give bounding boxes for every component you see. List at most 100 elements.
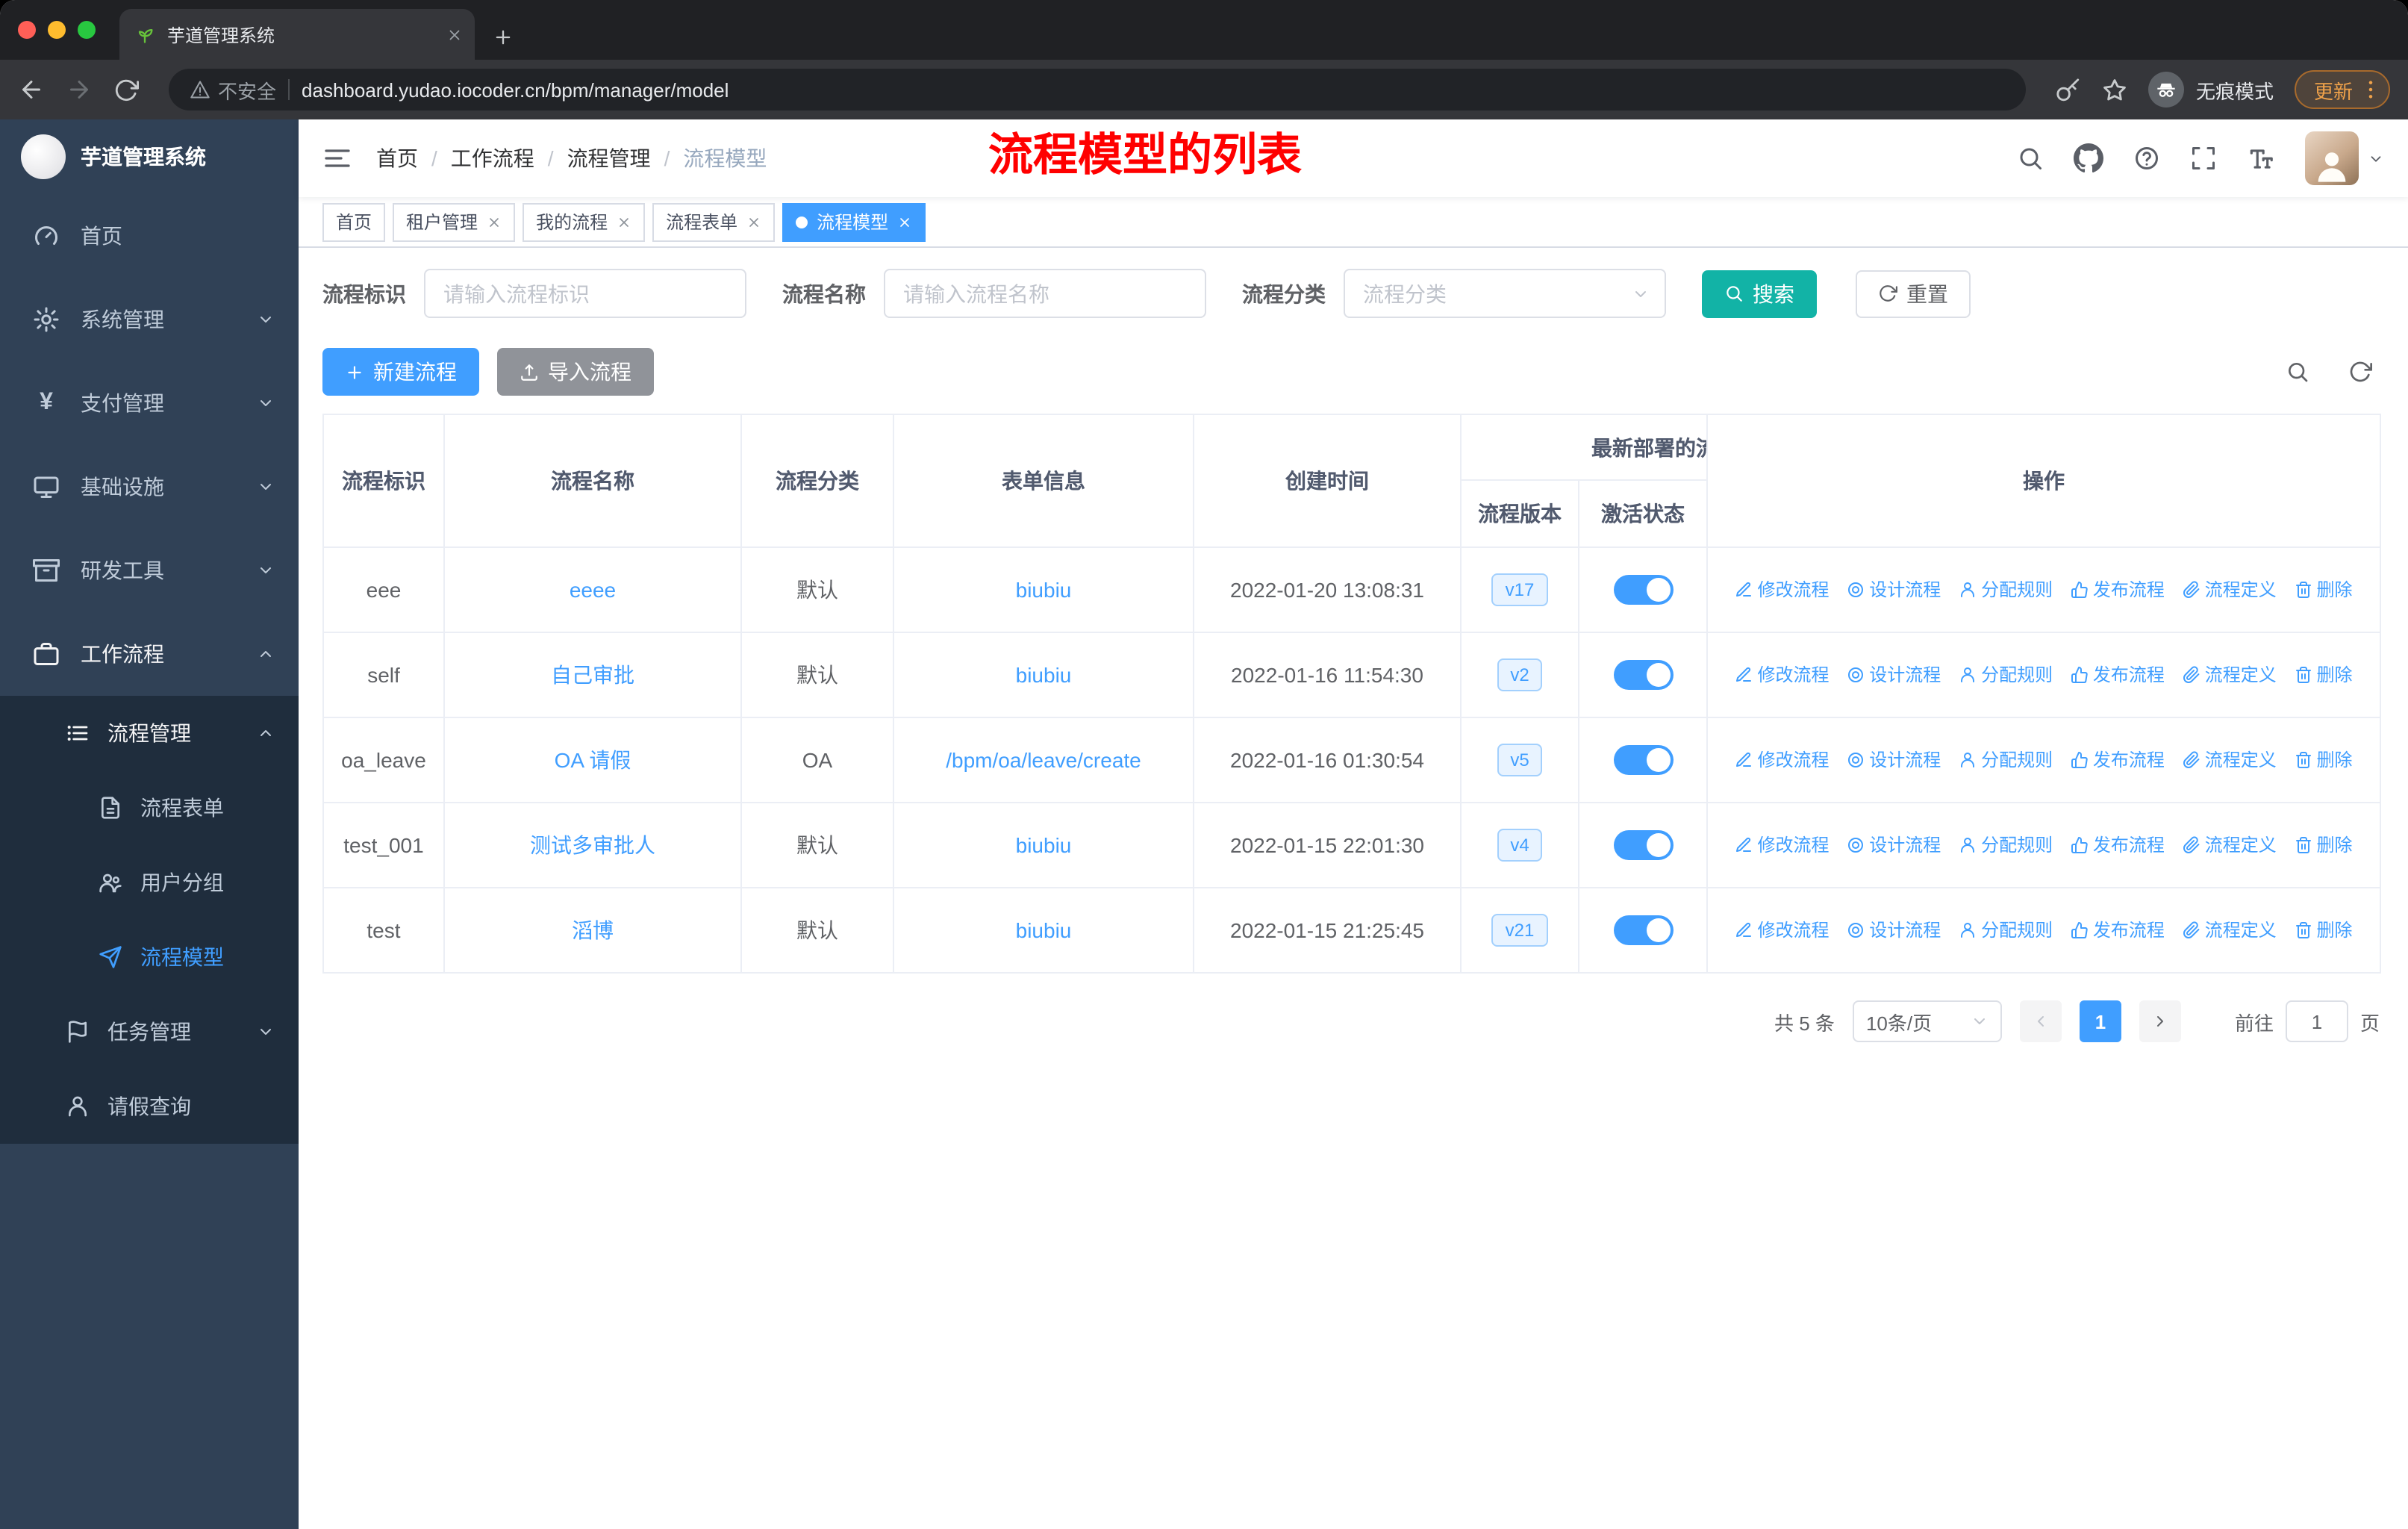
action-process-definition[interactable]: 流程定义 [2183, 577, 2277, 602]
tag-home[interactable]: 首页 [322, 202, 386, 241]
action-publish-process[interactable]: 发布流程 [2071, 577, 2165, 602]
action-process-definition[interactable]: 流程定义 [2183, 832, 2277, 858]
process-name-link[interactable]: 滔博 [572, 918, 614, 942]
prev-page-button[interactable] [2019, 1000, 2062, 1042]
close-icon[interactable] [617, 214, 631, 229]
back-icon[interactable] [18, 76, 45, 103]
menu-dots-icon[interactable] [2359, 78, 2383, 102]
tag-process-form[interactable]: 流程表单 [652, 202, 776, 241]
tab-close-icon[interactable] [446, 26, 463, 43]
sidebar-item-home[interactable]: 首页 [0, 194, 299, 278]
active-toggle[interactable] [1613, 745, 1673, 775]
action-edit-process[interactable]: 修改流程 [1735, 832, 1829, 858]
sidebar-item-infrastructure[interactable]: 基础设施 [0, 445, 299, 529]
security-warning[interactable]: 不安全 [190, 75, 276, 104]
github-icon[interactable] [2074, 143, 2103, 173]
action-process-definition[interactable]: 流程定义 [2183, 918, 2277, 943]
reset-button[interactable]: 重置 [1856, 270, 1971, 317]
action-design-process[interactable]: 设计流程 [1847, 747, 1941, 773]
tag-tenant-management[interactable]: 租户管理 [393, 202, 516, 241]
action-process-definition[interactable]: 流程定义 [2183, 747, 2277, 773]
zoom-window-button[interactable] [78, 21, 96, 39]
active-toggle[interactable] [1613, 575, 1673, 605]
active-toggle[interactable] [1613, 830, 1673, 860]
action-edit-process[interactable]: 修改流程 [1735, 747, 1829, 773]
sidebar-item-process-form[interactable]: 流程表单 [0, 770, 299, 845]
process-category-select[interactable]: 流程分类 [1344, 269, 1666, 318]
close-icon[interactable] [487, 214, 502, 229]
action-assign-rule[interactable]: 分配规则 [1959, 918, 2053, 943]
sidebar-item-process-management[interactable]: 流程管理 [0, 696, 299, 770]
active-toggle[interactable] [1613, 660, 1673, 690]
form-info-link[interactable]: biubiu [1016, 833, 1072, 857]
search-button[interactable]: 搜索 [1702, 270, 1817, 317]
action-assign-rule[interactable]: 分配规则 [1959, 832, 2053, 858]
form-info-link[interactable]: biubiu [1016, 578, 1072, 602]
font-size-icon[interactable] [2247, 144, 2275, 172]
action-publish-process[interactable]: 发布流程 [2071, 662, 2165, 688]
minimize-window-button[interactable] [48, 21, 66, 39]
breadcrumb-workflow[interactable]: 工作流程 [451, 143, 534, 173]
action-publish-process[interactable]: 发布流程 [2071, 918, 2165, 943]
action-delete[interactable]: 删除 [2295, 577, 2353, 602]
close-icon[interactable] [897, 214, 912, 229]
action-edit-process[interactable]: 修改流程 [1735, 577, 1829, 602]
sidebar-item-user-group[interactable]: 用户分组 [0, 845, 299, 920]
forward-icon[interactable] [66, 76, 93, 103]
action-design-process[interactable]: 设计流程 [1847, 577, 1941, 602]
process-name-input[interactable] [884, 269, 1206, 318]
page-size-select[interactable]: 10条/页 [1852, 1000, 2002, 1042]
refresh-table-icon[interactable] [2348, 360, 2372, 384]
address-bar[interactable]: 不安全 dashboard.yudao.iocoder.cn/bpm/manag… [169, 69, 2026, 110]
process-name-link[interactable]: 测试多审批人 [530, 833, 655, 857]
sidebar-item-payment[interactable]: ¥ 支付管理 [0, 361, 299, 445]
action-edit-process[interactable]: 修改流程 [1735, 662, 1829, 688]
browser-tab[interactable]: 芋道管理系统 [119, 9, 475, 60]
process-name-link[interactable]: eeee [570, 578, 616, 602]
form-info-link[interactable]: biubiu [1016, 663, 1072, 687]
current-page-button[interactable]: 1 [2079, 1000, 2121, 1042]
sidebar-item-system[interactable]: 系统管理 [0, 278, 299, 361]
action-assign-rule[interactable]: 分配规则 [1959, 747, 2053, 773]
sidebar-item-devtools[interactable]: 研发工具 [0, 529, 299, 612]
tag-my-process[interactable]: 我的流程 [523, 202, 646, 241]
search-icon[interactable] [2017, 145, 2044, 172]
process-key-input[interactable] [424, 269, 746, 318]
tag-process-model[interactable]: 流程模型 [782, 202, 926, 241]
fullscreen-icon[interactable] [2190, 145, 2217, 172]
close-window-button[interactable] [18, 21, 36, 39]
breadcrumb-home[interactable]: 首页 [376, 143, 418, 173]
sidebar-item-process-model[interactable]: 流程模型 [0, 920, 299, 994]
form-info-link[interactable]: /bpm/oa/leave/create [946, 748, 1141, 772]
create-process-button[interactable]: 新建流程 [322, 348, 479, 396]
action-assign-rule[interactable]: 分配规则 [1959, 577, 2053, 602]
user-menu[interactable] [2305, 131, 2384, 185]
action-delete[interactable]: 删除 [2295, 918, 2353, 943]
sidebar-item-task-management[interactable]: 任务管理 [0, 994, 299, 1069]
action-edit-process[interactable]: 修改流程 [1735, 918, 1829, 943]
next-page-button[interactable] [2139, 1000, 2181, 1042]
avatar[interactable] [2305, 131, 2359, 185]
update-button[interactable]: 更新 [2294, 70, 2390, 109]
action-design-process[interactable]: 设计流程 [1847, 918, 1941, 943]
password-key-icon[interactable] [2056, 77, 2081, 102]
action-delete[interactable]: 删除 [2295, 747, 2353, 773]
new-tab-button[interactable] [493, 27, 514, 48]
action-design-process[interactable]: 设计流程 [1847, 662, 1941, 688]
form-info-link[interactable]: biubiu [1016, 918, 1072, 942]
import-process-button[interactable]: 导入流程 [497, 348, 654, 396]
active-toggle[interactable] [1613, 915, 1673, 945]
breadcrumb-process-management[interactable]: 流程管理 [567, 143, 651, 173]
action-process-definition[interactable]: 流程定义 [2183, 662, 2277, 688]
action-design-process[interactable]: 设计流程 [1847, 832, 1941, 858]
action-publish-process[interactable]: 发布流程 [2071, 832, 2165, 858]
process-name-link[interactable]: OA 请假 [555, 748, 631, 772]
action-delete[interactable]: 删除 [2295, 662, 2353, 688]
show-search-icon[interactable] [2286, 360, 2309, 384]
bookmark-star-icon[interactable] [2102, 77, 2127, 102]
sidebar-item-leave-query[interactable]: 请假查询 [0, 1069, 299, 1144]
action-delete[interactable]: 删除 [2295, 832, 2353, 858]
reload-icon[interactable] [113, 77, 139, 102]
goto-page-input[interactable] [2285, 1000, 2348, 1042]
close-icon[interactable] [746, 214, 761, 229]
